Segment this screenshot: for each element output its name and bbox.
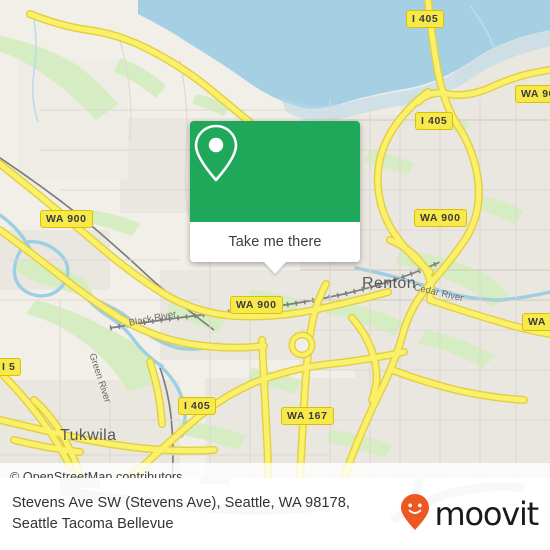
popup-action-bar[interactable]: Take me there (190, 222, 360, 274)
map-attribution-bar: © OpenStreetMap contributors (0, 463, 550, 478)
popup-tail-pointer (264, 262, 286, 274)
take-me-there-popup[interactable]: Take me there (190, 121, 360, 274)
take-me-there-label: Take me there (228, 234, 322, 250)
highway-shield-wa: WA (522, 313, 550, 331)
address-line-1: Stevens Ave SW (Stevens Ave), Seattle, W… (12, 495, 350, 511)
highway-shield-i405: I 405 (178, 397, 217, 415)
highway-shield-wa900: WA 900 (515, 85, 550, 103)
highway-shield-i405: I 405 (406, 10, 445, 28)
highway-shield-wa167: WA 167 (281, 407, 334, 425)
moovit-pin-logo-icon (400, 493, 430, 536)
address-line-2: Seattle Tacoma Bellevue (12, 516, 174, 532)
osm-attribution-text[interactable]: © OpenStreetMap contributors (0, 470, 183, 479)
highway-shield-i5: I 5 (0, 358, 22, 376)
footer-bar: Stevens Ave SW (Stevens Ave), Seattle, W… (0, 478, 550, 550)
map-canvas[interactable]: Renton Tukwila Cedar River Black River G… (0, 0, 550, 478)
popup-image-area (190, 121, 360, 222)
highway-shield-wa900: WA 900 (414, 209, 467, 227)
moovit-wordmark: moovit (434, 495, 539, 533)
highway-shield-wa900: WA 900 (40, 210, 93, 228)
highway-shield-wa900: WA 900 (230, 296, 283, 314)
address-text: Stevens Ave SW (Stevens Ave), Seattle, W… (12, 493, 400, 535)
map-screenshot: Renton Tukwila Cedar River Black River G… (0, 0, 550, 550)
highway-shield-i405: I 405 (415, 112, 454, 130)
moovit-logo[interactable]: moovit (400, 493, 539, 536)
